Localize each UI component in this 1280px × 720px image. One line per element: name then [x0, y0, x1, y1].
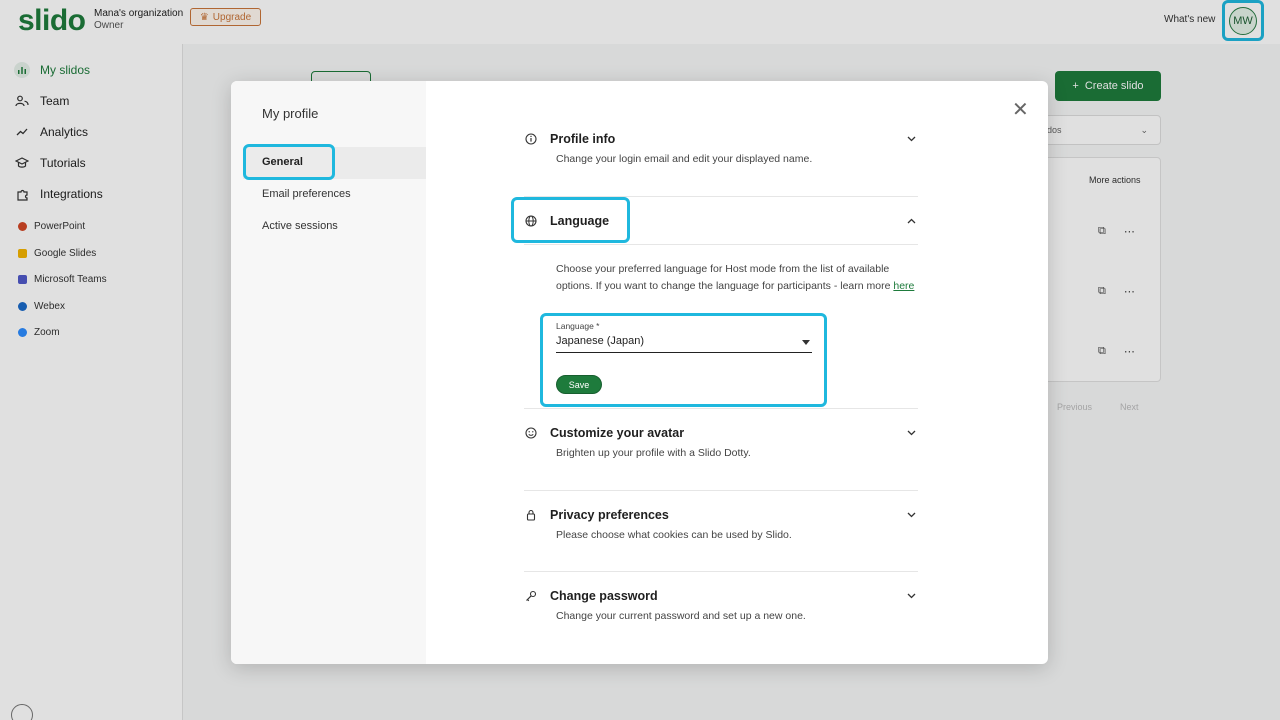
key-icon: [524, 589, 538, 603]
divider: [524, 408, 918, 409]
language-select[interactable]: Japanese (Japan): [556, 335, 812, 353]
modal-nav-active-sessions[interactable]: Active sessions: [262, 220, 338, 232]
lock-icon: [524, 508, 538, 522]
password-header[interactable]: Change password: [524, 586, 918, 606]
language-description: Choose your preferred language for Host …: [556, 261, 918, 294]
chevron-down-icon[interactable]: [904, 508, 918, 522]
language-select-value: Japanese (Japan): [556, 335, 645, 347]
divider: [524, 490, 918, 491]
language-field-label: Language *: [556, 321, 600, 331]
general-highlight: [243, 144, 335, 180]
modal-title: My profile: [262, 106, 319, 121]
section-title: Customize your avatar: [550, 426, 685, 440]
divider: [524, 244, 918, 245]
dropdown-caret-icon: [802, 340, 810, 345]
section-description: Please choose what cookies can be used b…: [556, 529, 792, 541]
info-icon: [524, 132, 538, 146]
section-title: Profile info: [550, 132, 616, 146]
divider: [524, 571, 918, 572]
section-title: Privacy preferences: [550, 508, 669, 522]
modal-sidebar: My profile General Email preferences Act…: [231, 81, 426, 664]
close-button[interactable]: ✕: [1012, 100, 1029, 120]
smiley-icon: [524, 426, 538, 440]
chevron-down-icon[interactable]: [904, 132, 918, 146]
chevron-down-icon[interactable]: [904, 426, 918, 440]
profile-info-header[interactable]: Profile info: [524, 129, 918, 149]
chevron-up-icon[interactable]: [904, 214, 918, 228]
learn-more-link[interactable]: here: [893, 280, 914, 292]
save-button[interactable]: Save: [556, 375, 602, 394]
section-title: Change password: [550, 589, 658, 603]
language-highlight: [511, 197, 630, 243]
section-description: Brighten up your profile with a Slido Do…: [556, 447, 751, 459]
avatar-header[interactable]: Customize your avatar: [524, 423, 918, 443]
my-profile-modal: My profile General Email preferences Act…: [231, 81, 1048, 664]
section-description: Change your current password and set up …: [556, 610, 806, 622]
language-description-text: Choose your preferred language for Host …: [556, 263, 894, 292]
privacy-header[interactable]: Privacy preferences: [524, 505, 918, 525]
chevron-down-icon[interactable]: [904, 589, 918, 603]
section-description: Change your login email and edit your di…: [556, 153, 813, 165]
modal-nav-email-preferences[interactable]: Email preferences: [262, 188, 351, 200]
